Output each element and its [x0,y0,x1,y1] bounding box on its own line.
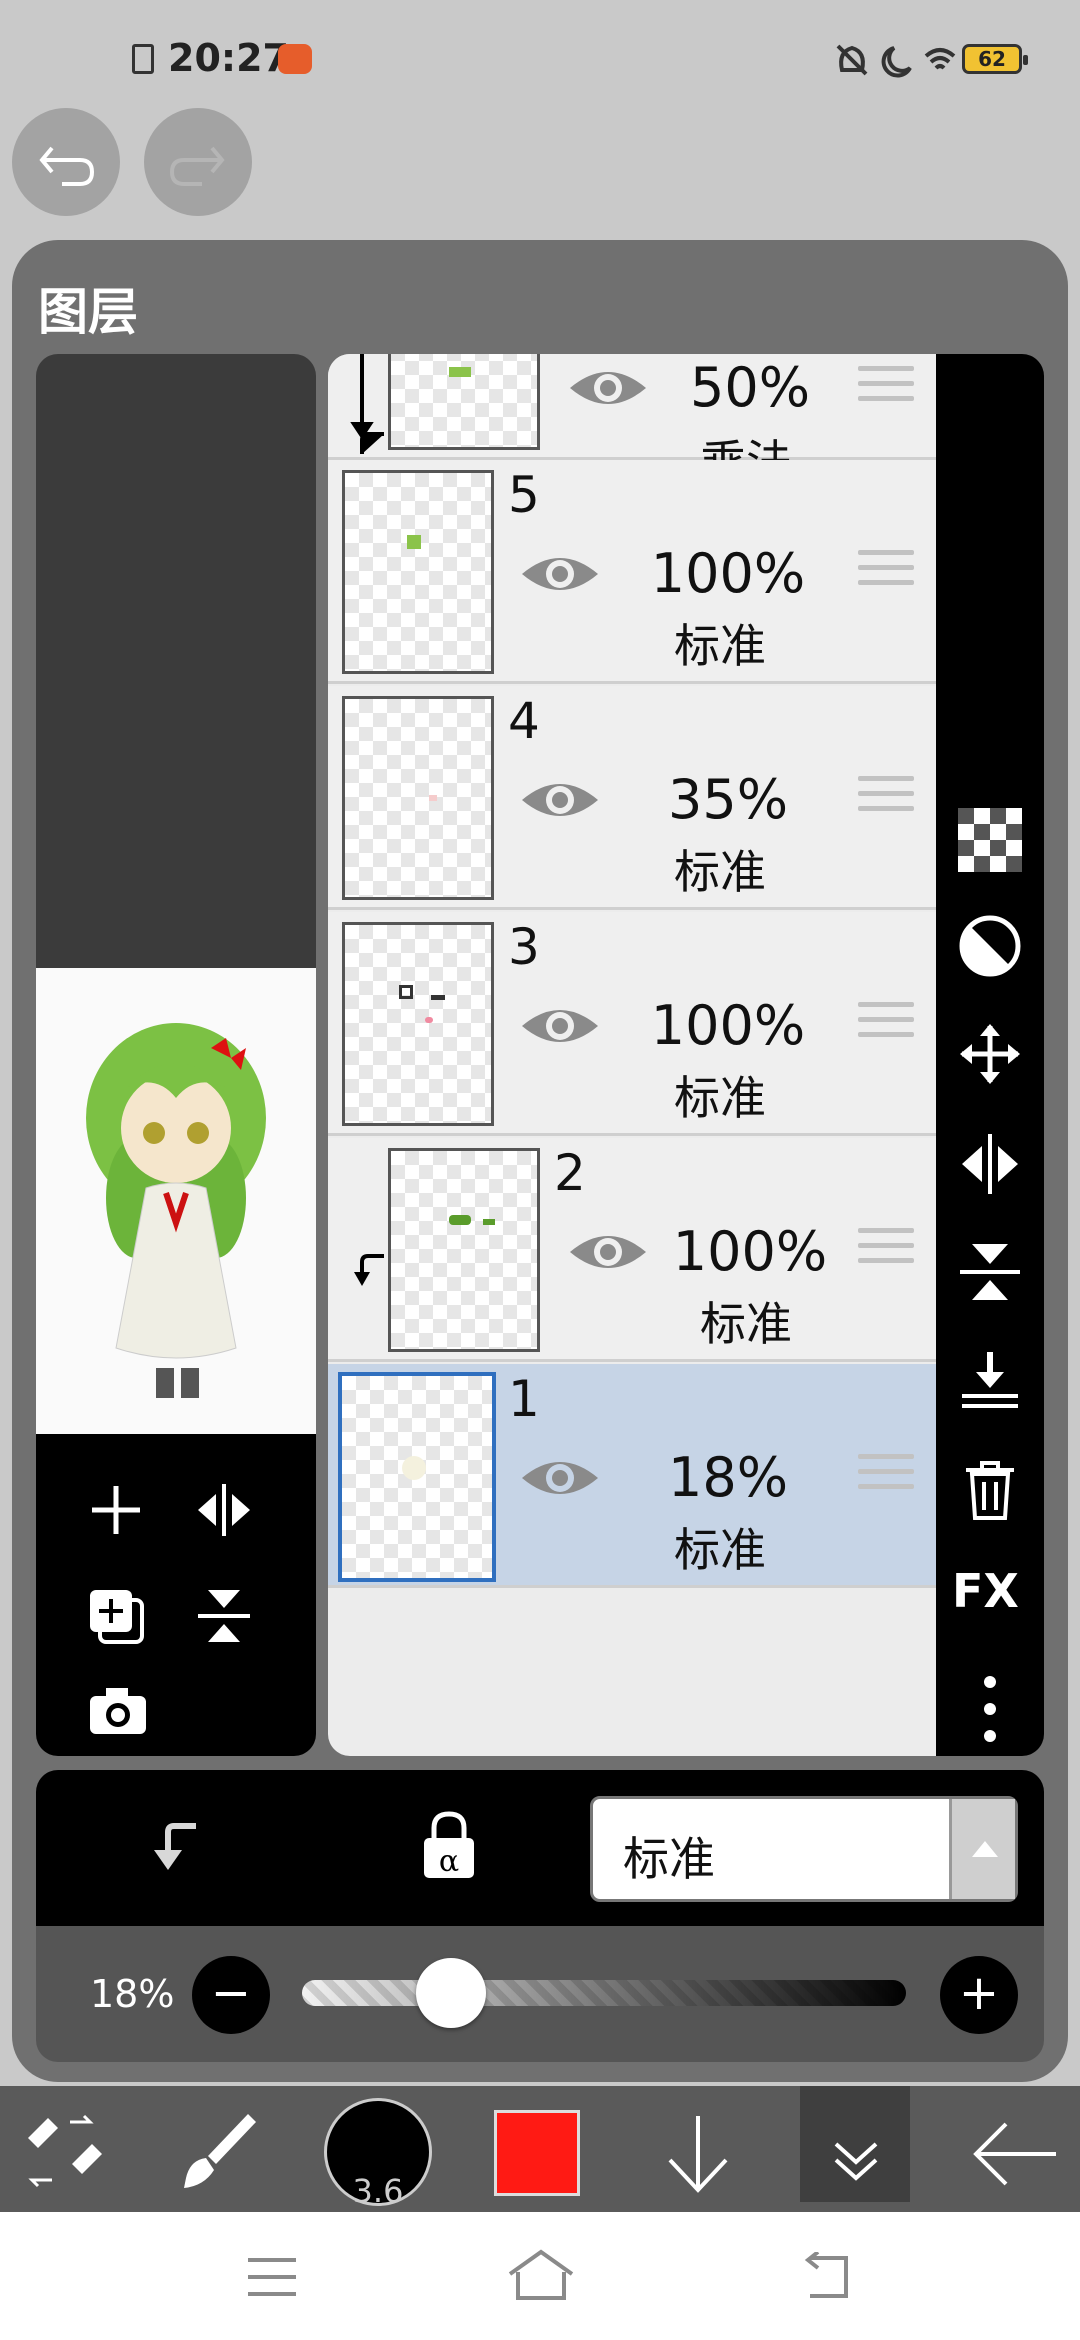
layer-thumbnail[interactable] [342,922,494,1126]
dropdown-arrow-icon[interactable] [949,1799,1015,1899]
color-swatch[interactable] [494,2110,580,2196]
collapse-icon[interactable] [826,2124,886,2186]
layer-thumbnail[interactable] [342,696,494,900]
layer-blend-mode: 标准 [674,1523,766,1577]
layer-name: 5 [508,466,540,524]
trash-icon[interactable] [960,1458,1020,1522]
layer-opacity: 35% [667,768,789,831]
status-bar: 20:27 62 [0,0,1080,110]
clip-arrow-icon [350,354,384,454]
layer-row-4[interactable]: 4 35% 标准 [328,686,936,910]
merge-down-icon[interactable] [958,1348,1022,1412]
back-arrow-icon[interactable] [970,2116,1060,2192]
system-nav-bar [0,2212,1080,2340]
opacity-plus-button[interactable]: + [940,1956,1018,2034]
layer-row-3[interactable]: 3 100% 标准 [328,912,936,1136]
character-illustration [86,1023,266,1398]
eye-icon[interactable] [520,1002,600,1050]
canvas-preview[interactable] [36,968,316,1434]
clip-arrow-icon [354,1254,384,1286]
layer-thumbnail[interactable] [388,354,540,450]
layer-row-1-selected[interactable]: 1 18% 标准 [328,1364,936,1588]
layer-name: 1 [508,1370,540,1428]
layer-name: 2 [554,1144,586,1202]
home-icon[interactable] [504,2246,578,2304]
brush-size-indicator[interactable]: 3.6 [324,2098,432,2210]
opacity-slider-knob[interactable] [415,1958,486,2028]
redo-icon [169,146,225,186]
drag-handle-icon[interactable] [858,776,914,820]
left-tools [36,1434,316,1756]
layer-opacity: 18% [667,1446,789,1509]
opacity-value: 18% [90,1972,175,2016]
layer-opacity: 100% [650,994,806,1057]
back-nav-icon[interactable] [796,2252,854,2302]
layer-list[interactable]: 50% 乘法 5 100% 标准 4 35% [328,354,936,1756]
eye-icon[interactable] [568,364,648,412]
sim-icon [132,44,154,74]
layer-name: 3 [508,918,540,976]
flip-horizontal-icon[interactable] [958,1132,1022,1196]
move-icon[interactable] [958,1022,1022,1086]
canvas-preview-empty [36,354,316,968]
eraser-swap-icon[interactable] [22,2108,108,2194]
brush-icon[interactable] [176,2108,262,2194]
camera-icon[interactable] [86,1682,150,1738]
layer-opacity: 100% [672,1220,828,1283]
layer-row-2[interactable]: 2 100% 标准 [328,1138,936,1362]
undo-button[interactable] [12,108,120,216]
layer-thumbnail[interactable] [338,1372,496,1582]
moon-icon [881,46,912,78]
drag-handle-icon[interactable] [858,1228,914,1272]
undo-icon [39,146,95,186]
clipping-icon[interactable] [144,1814,208,1878]
eye-icon[interactable] [520,776,600,824]
redo-button[interactable] [144,108,252,216]
eye-icon[interactable] [520,1454,600,1502]
blend-mode-value: 标准 [623,1832,715,1886]
status-icons [836,44,956,78]
panel-title: 图层 [38,283,138,341]
blend-mode-select[interactable]: 标准 [590,1796,1018,1902]
eye-icon[interactable] [520,550,600,598]
status-time: 20:27 [168,36,289,80]
flip-vertical-icon[interactable] [194,1586,254,1646]
down-arrow-icon[interactable] [660,2112,736,2196]
flip-vertical-icon[interactable] [958,1240,1022,1304]
battery-indicator: 62 [962,44,1028,74]
drag-handle-icon[interactable] [858,1002,914,1046]
right-tools: FX [936,354,1044,1756]
menu-icon[interactable] [244,2252,300,2302]
drag-handle-icon[interactable] [858,1454,914,1498]
more-options-icon[interactable] [980,1674,1000,1744]
wifi-icon [924,48,956,70]
layer-row[interactable]: 50% 乘法 [328,354,936,489]
duplicate-layer-icon[interactable] [86,1586,148,1648]
app-notification-icon [278,44,312,74]
drag-handle-icon[interactable] [858,550,914,594]
opacity-slider-track[interactable] [302,1980,906,2006]
layer-row-5[interactable]: 5 100% 标准 [328,460,936,684]
layer-opacity: 50% [689,356,811,419]
layer-blend-mode: 标准 [674,845,766,899]
layer-opacity: 100% [650,542,806,605]
add-layer-icon[interactable] [86,1480,146,1540]
fx-button[interactable]: FX [952,1564,1019,1618]
layer-thumbnail[interactable] [388,1148,540,1352]
drag-handle-icon[interactable] [858,366,914,410]
layer-blend-mode: 标准 [700,1297,792,1351]
invert-icon[interactable] [958,914,1022,978]
alpha-lock-icon[interactable]: α [418,1808,480,1882]
flip-horizontal-icon[interactable] [194,1480,254,1540]
eye-icon[interactable] [568,1228,648,1276]
layer-blend-mode: 标准 [674,1071,766,1125]
transparency-checker-icon[interactable] [958,808,1022,872]
svg-text:α: α [439,1844,459,1879]
layer-blend-mode: 标准 [674,619,766,673]
layer-thumbnail[interactable] [342,470,494,674]
opacity-minus-button[interactable]: − [192,1956,270,2034]
layer-name: 4 [508,692,540,750]
